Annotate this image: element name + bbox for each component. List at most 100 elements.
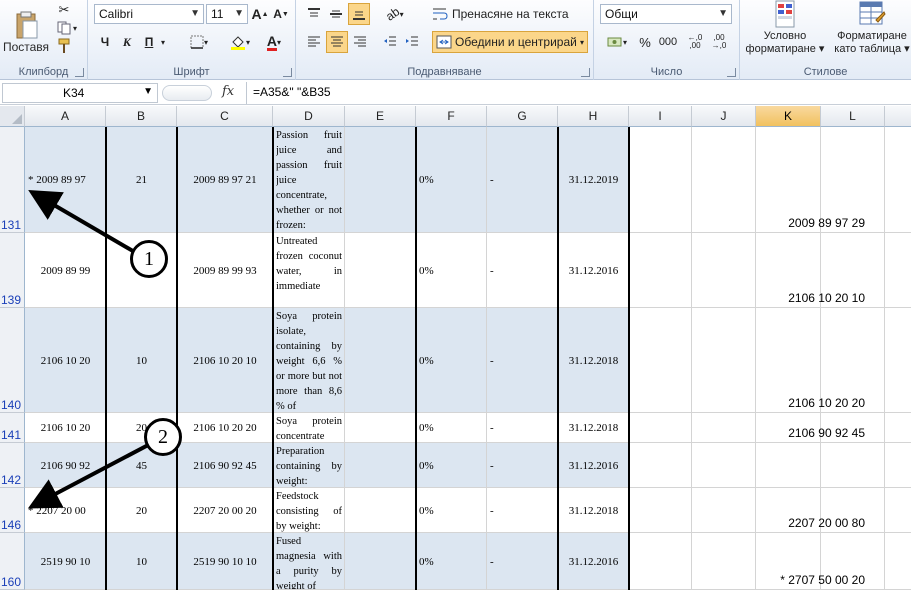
column-header-d[interactable]: D bbox=[273, 106, 345, 127]
cell-a146[interactable]: * 2207 20 00 bbox=[28, 488, 103, 533]
number-format-combo[interactable]: Общи ▼ bbox=[600, 4, 732, 24]
row-header-146[interactable]: 146 bbox=[0, 488, 25, 533]
percent-button[interactable]: % bbox=[636, 32, 654, 52]
align-right-button[interactable] bbox=[350, 32, 370, 52]
column-header-f[interactable]: F bbox=[416, 106, 487, 127]
cell-c142[interactable]: 2106 90 92 45 bbox=[180, 443, 270, 488]
cell-g141[interactable]: - bbox=[490, 413, 555, 443]
cell-d139[interactable]: Untreated frozen coconut water, in immed… bbox=[276, 234, 342, 307]
conditional-formatting-button[interactable]: Условно форматиране ▾ bbox=[742, 0, 828, 64]
row-header-142[interactable]: 142 bbox=[0, 443, 25, 488]
shrink-font-button[interactable]: A ▼ bbox=[271, 4, 291, 24]
cell-a131[interactable]: * 2009 89 97 bbox=[28, 127, 103, 233]
cell-b140[interactable]: 10 bbox=[109, 308, 174, 413]
thousands-button[interactable]: 000 bbox=[656, 32, 680, 52]
column-header-l[interactable]: L bbox=[821, 106, 885, 127]
cell-h160[interactable]: 31.12.2016 bbox=[561, 533, 626, 590]
clipboard-launcher[interactable] bbox=[75, 68, 84, 77]
cell-a142[interactable]: 2106 90 92 bbox=[28, 443, 103, 488]
align-top-button[interactable] bbox=[304, 4, 324, 24]
cell-c131[interactable]: 2009 89 97 21 bbox=[180, 127, 270, 233]
alignment-launcher[interactable] bbox=[581, 68, 590, 77]
cell-a140[interactable]: 2106 10 20 bbox=[28, 308, 103, 413]
grow-font-button[interactable]: A ▲ bbox=[250, 4, 270, 24]
cell-f142[interactable]: 0% bbox=[419, 443, 484, 488]
cell-d160[interactable]: Fused magnesia with a purity by weight o… bbox=[276, 534, 342, 589]
cell-d142[interactable]: Preparation containing by weight: bbox=[276, 444, 342, 487]
row-header-139[interactable]: 139 bbox=[0, 233, 25, 308]
align-bottom-button[interactable] bbox=[348, 3, 370, 25]
cell-b146[interactable]: 20 bbox=[109, 488, 174, 533]
align-center-button[interactable] bbox=[326, 31, 348, 53]
cell-h142[interactable]: 31.12.2016 bbox=[561, 443, 626, 488]
cell-k141[interactable]: 2106 90 92 45 bbox=[756, 426, 865, 440]
cell-g160[interactable]: - bbox=[490, 533, 555, 590]
row-header-140[interactable]: 140 bbox=[0, 308, 25, 413]
cell-c160[interactable]: 2519 90 10 10 bbox=[180, 533, 270, 590]
cell-b160[interactable]: 10 bbox=[109, 533, 174, 590]
column-header-c[interactable]: C bbox=[177, 106, 273, 127]
font-name-combo[interactable]: Calibri ▼ bbox=[94, 4, 204, 24]
cell-k131[interactable]: 2009 89 97 29 bbox=[756, 216, 865, 230]
name-box[interactable]: K34 ▼ bbox=[2, 83, 158, 103]
cell-f141[interactable]: 0% bbox=[419, 413, 484, 443]
merge-center-button[interactable]: Обедини и центрирай ▾ bbox=[432, 31, 588, 53]
cut-button[interactable]: ✂ bbox=[54, 2, 74, 18]
borders-button[interactable]: ▾ bbox=[186, 32, 212, 52]
cell-h131[interactable]: 31.12.2019 bbox=[561, 127, 626, 233]
number-launcher[interactable] bbox=[727, 68, 736, 77]
cell-c139[interactable]: 2009 89 99 93 bbox=[180, 233, 270, 308]
row-header-160[interactable]: 160 bbox=[0, 533, 25, 590]
cell-h140[interactable]: 31.12.2018 bbox=[561, 308, 626, 413]
cell-k139[interactable]: 2106 10 20 10 bbox=[756, 291, 865, 305]
cell-d131[interactable]: Passion fruit juice and passion fruit ju… bbox=[276, 128, 342, 232]
increase-decimal-button[interactable]: ←,0,00 bbox=[684, 32, 706, 52]
format-as-table-button[interactable]: Форматиране като таблица ▾ bbox=[832, 0, 911, 64]
cell-h141[interactable]: 31.12.2018 bbox=[561, 413, 626, 443]
underline-dropdown[interactable]: ▾ bbox=[158, 32, 168, 52]
fill-color-button[interactable]: ▾ bbox=[226, 32, 254, 52]
cell-c146[interactable]: 2207 20 00 20 bbox=[180, 488, 270, 533]
font-launcher[interactable] bbox=[283, 68, 292, 77]
align-middle-button[interactable] bbox=[326, 4, 346, 24]
column-header-i[interactable]: I bbox=[629, 106, 692, 127]
cell-a141[interactable]: 2106 10 20 bbox=[28, 413, 103, 443]
column-header-h[interactable]: H bbox=[558, 106, 629, 127]
font-color-button[interactable]: A ▾ bbox=[260, 32, 288, 52]
column-header-g[interactable]: G bbox=[487, 106, 558, 127]
cell-g139[interactable]: - bbox=[490, 233, 555, 308]
orientation-button[interactable]: ab ▾ bbox=[382, 4, 408, 24]
cell-f140[interactable]: 0% bbox=[419, 308, 484, 413]
format-painter-button[interactable] bbox=[54, 38, 74, 54]
cell-b131[interactable]: 21 bbox=[109, 127, 174, 233]
column-header-a[interactable]: A bbox=[25, 106, 106, 127]
column-header-b[interactable]: B bbox=[106, 106, 177, 127]
formula-bar-resizer[interactable] bbox=[162, 85, 212, 101]
cell-k146[interactable]: 2207 20 00 80 bbox=[756, 516, 865, 530]
cell-d141[interactable]: Soya protein concentrate bbox=[276, 414, 342, 442]
cell-f160[interactable]: 0% bbox=[419, 533, 484, 590]
cell-c141[interactable]: 2106 10 20 20 bbox=[180, 413, 270, 443]
select-all-button[interactable] bbox=[0, 106, 25, 127]
cell-f131[interactable]: 0% bbox=[419, 127, 484, 233]
column-header-j[interactable]: J bbox=[692, 106, 756, 127]
font-size-combo[interactable]: 11 ▼ bbox=[206, 4, 248, 24]
align-left-button[interactable] bbox=[304, 32, 324, 52]
column-header-k[interactable]: K bbox=[756, 106, 821, 127]
cell-a160[interactable]: 2519 90 10 bbox=[28, 533, 103, 590]
decrease-decimal-button[interactable]: ,00 →,0 bbox=[708, 32, 730, 52]
currency-button[interactable]: ▾ bbox=[602, 32, 632, 52]
row-header-131[interactable]: 131 bbox=[0, 127, 25, 233]
insert-function-button[interactable]: fx bbox=[222, 84, 234, 99]
cell-f146[interactable]: 0% bbox=[419, 488, 484, 533]
cell-g146[interactable]: - bbox=[490, 488, 555, 533]
cell-g131[interactable]: - bbox=[490, 127, 555, 233]
cell-f139[interactable]: 0% bbox=[419, 233, 484, 308]
cell-g142[interactable]: - bbox=[490, 443, 555, 488]
cell-d140[interactable]: Soya protein isolate, containing by weig… bbox=[276, 309, 342, 412]
formula-input[interactable]: =A35&" "&B35 bbox=[246, 82, 911, 104]
cell-k140[interactable]: 2106 10 20 20 bbox=[756, 396, 865, 410]
cell-a139[interactable]: 2009 89 99 bbox=[28, 233, 103, 308]
cell-c140[interactable]: 2106 10 20 10 bbox=[180, 308, 270, 413]
cell-g140[interactable]: - bbox=[490, 308, 555, 413]
